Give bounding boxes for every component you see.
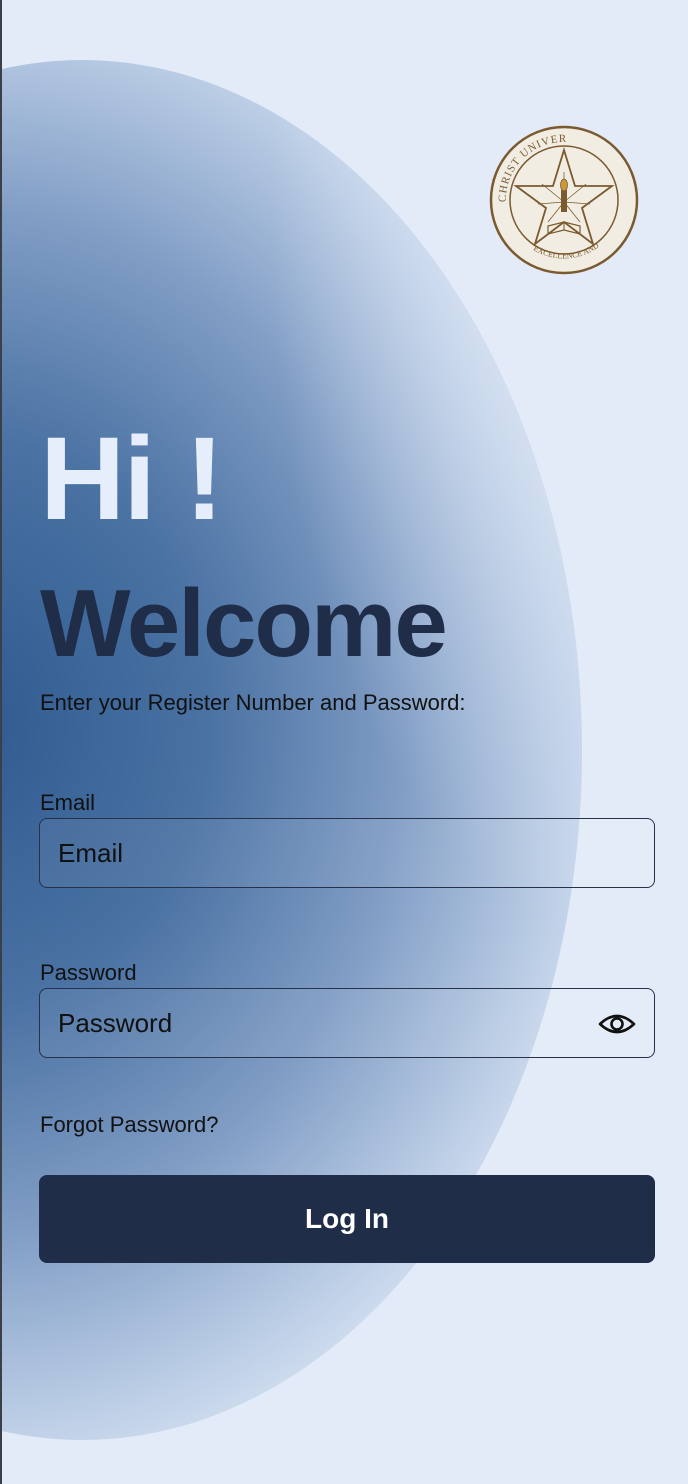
greeting-welcome: Welcome bbox=[40, 570, 448, 677]
forgot-password-link[interactable]: Forgot Password? bbox=[40, 1112, 219, 1138]
eye-icon[interactable] bbox=[598, 1010, 636, 1038]
login-instruction: Enter your Register Number and Password: bbox=[40, 690, 466, 715]
email-label: Email bbox=[40, 790, 96, 815]
login-screen: CHRIST UNIVERSITY EXCELLENCE AND SERVICE… bbox=[0, 0, 688, 1484]
password-input[interactable] bbox=[40, 989, 654, 1057]
email-field-box bbox=[39, 818, 655, 888]
university-seal-logo: CHRIST UNIVERSITY EXCELLENCE AND SERVICE bbox=[488, 124, 639, 275]
greeting-hi: Hi ! bbox=[40, 413, 224, 545]
email-input[interactable] bbox=[40, 819, 654, 887]
password-label: Password bbox=[40, 960, 137, 985]
login-button[interactable]: Log In bbox=[39, 1175, 655, 1263]
password-field-box bbox=[39, 988, 655, 1058]
